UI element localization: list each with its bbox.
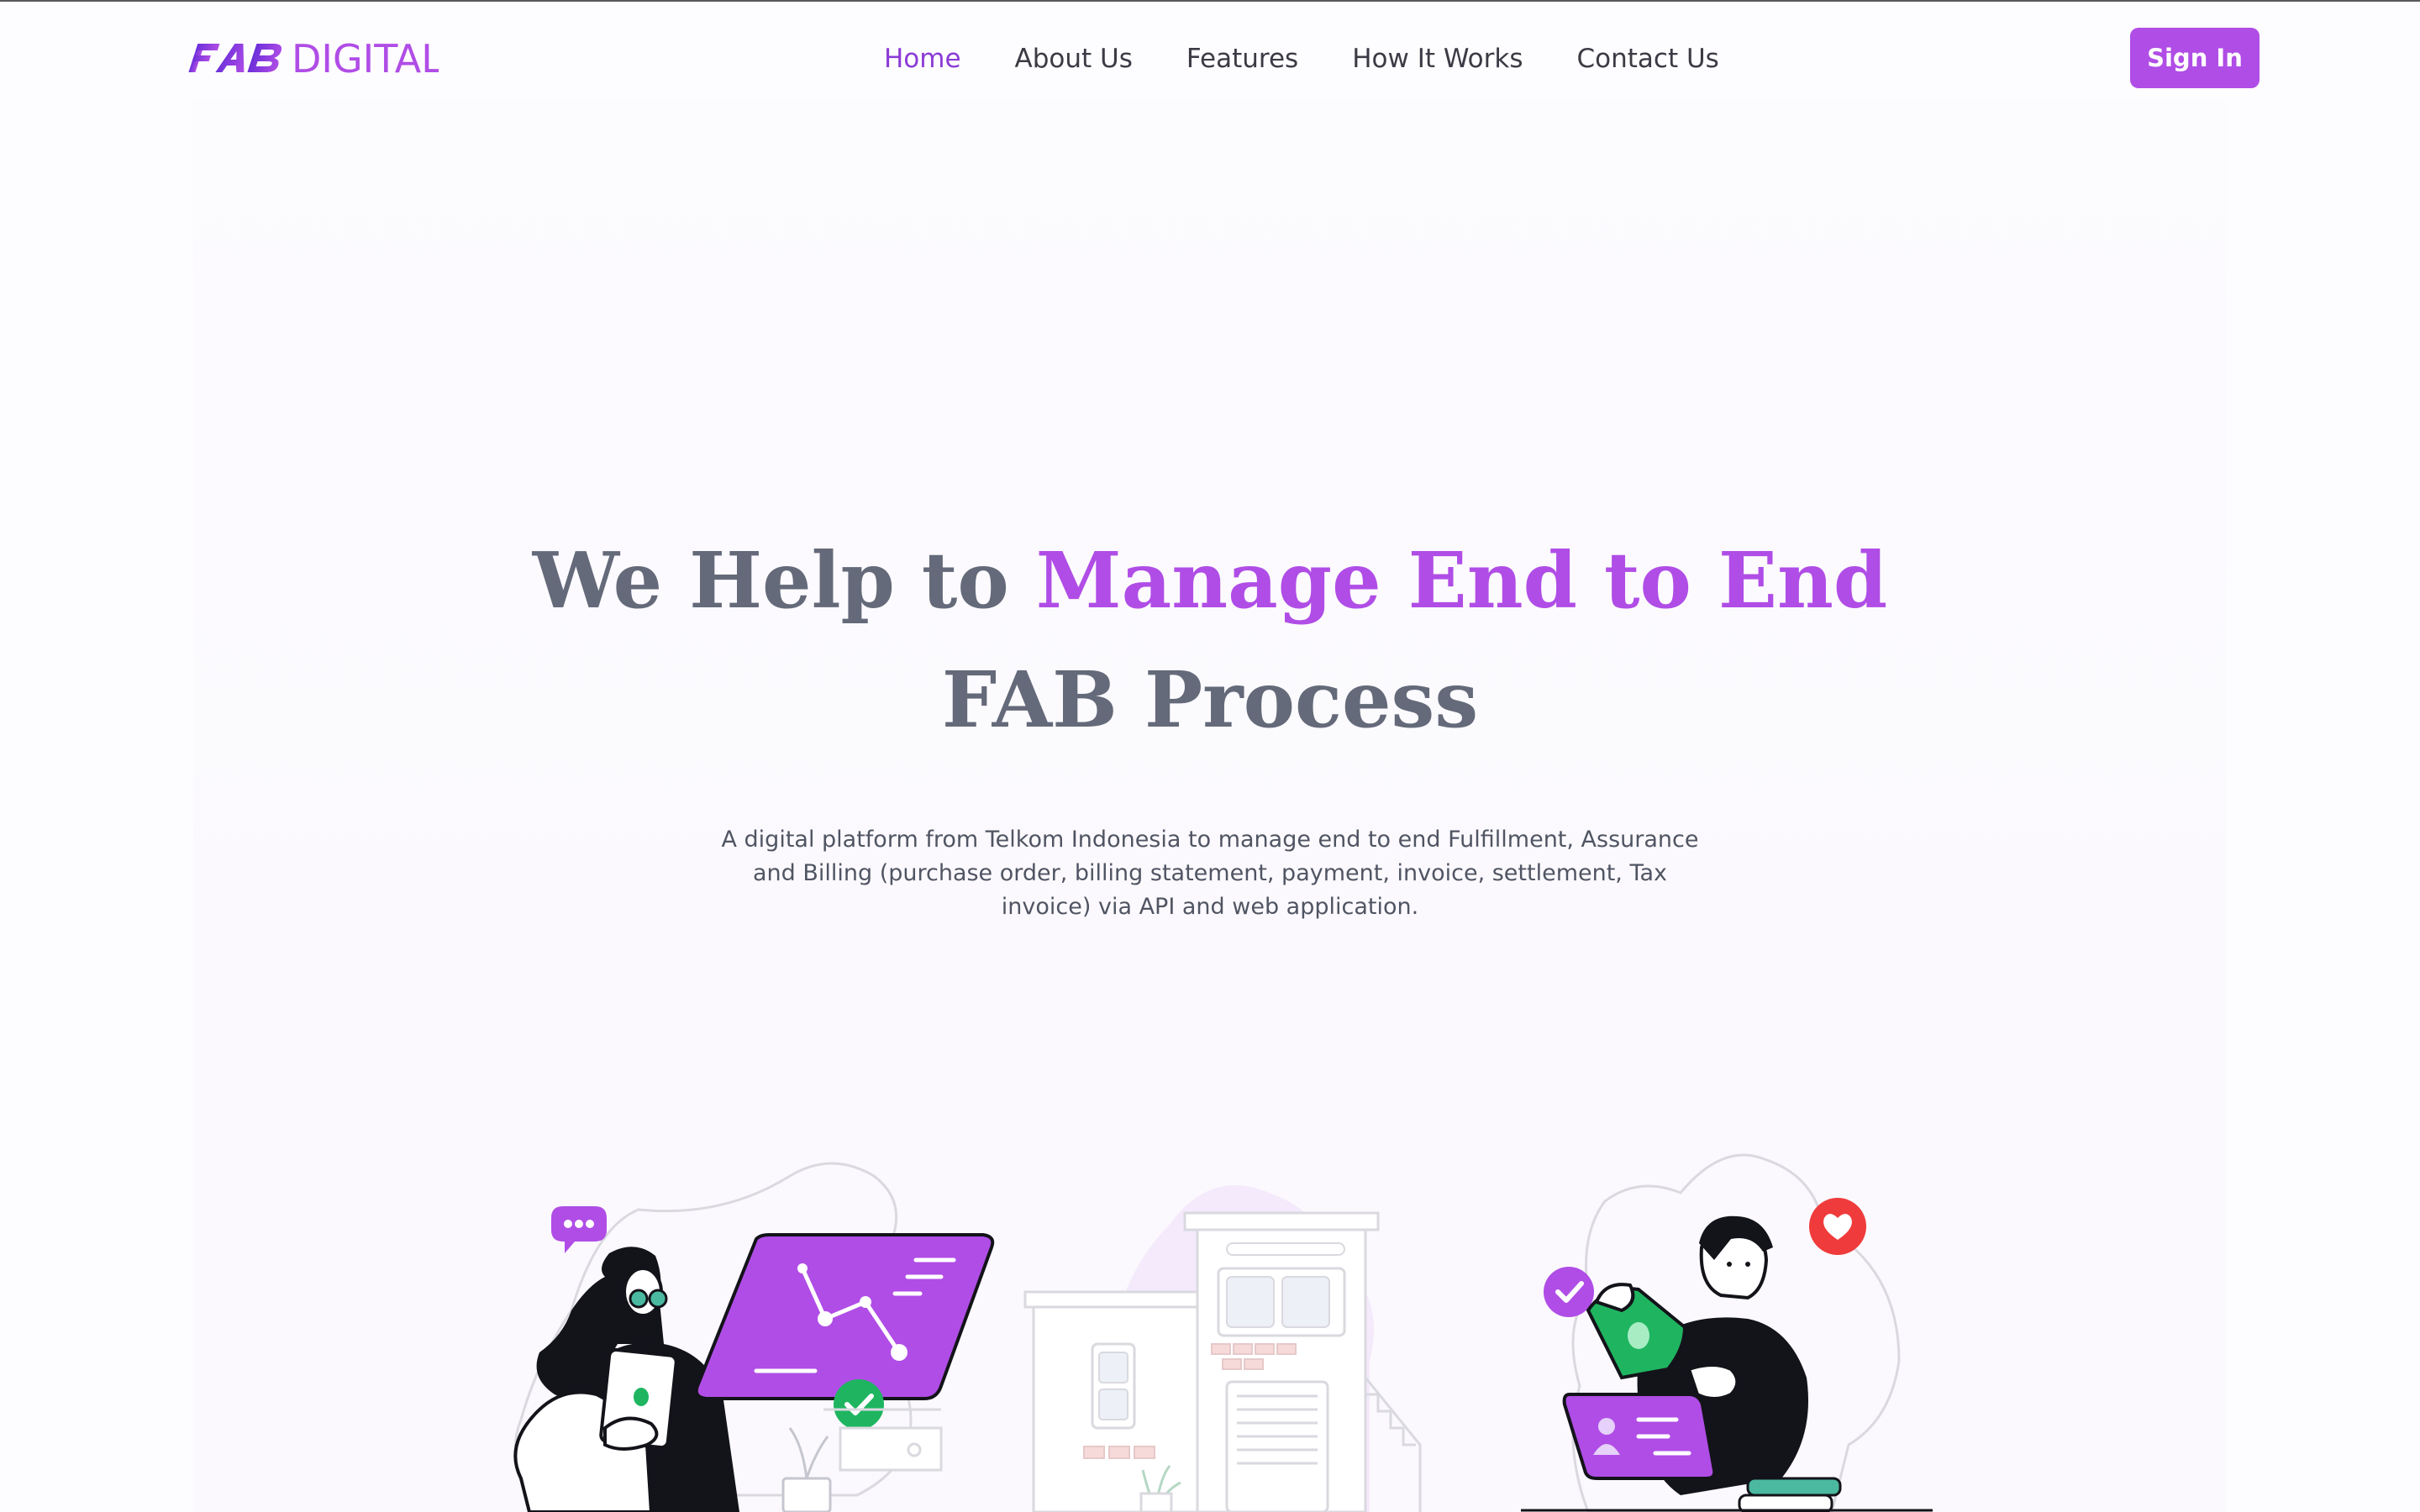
logo-text-digital: DIGITAL — [292, 36, 439, 81]
nav-home[interactable]: Home — [884, 44, 961, 74]
woman-with-chart-illustration — [471, 1142, 1008, 1512]
logo-mark: DIGITAL — [188, 36, 439, 81]
nav-about-us[interactable]: About Us — [1015, 44, 1133, 74]
hero-title-part1: We Help to — [532, 535, 1036, 626]
fab-digital-logo[interactable]: DIGITAL — [187, 32, 439, 82]
nav-contact-us[interactable]: Contact Us — [1577, 44, 1719, 74]
main-navigation: Home About Us Features How It Works Cont… — [884, 32, 1773, 86]
window-top-border — [0, 0, 2420, 2]
nav-how-it-works[interactable]: How It Works — [1352, 44, 1523, 74]
hero-title-part2: FAB Process — [941, 654, 1479, 745]
hero-description: A digital platform from Telkom Indonesia… — [721, 827, 1699, 920]
hero-title: We Help to Manage End to End FAB Process — [370, 521, 2050, 759]
man-with-money-illustration — [1512, 1142, 1949, 1512]
nav-features[interactable]: Features — [1186, 44, 1298, 74]
building-illustration — [1017, 1176, 1496, 1512]
sign-in-button[interactable]: Sign In — [2130, 28, 2260, 88]
hero-title-accent: Manage End to End — [1035, 535, 1888, 626]
